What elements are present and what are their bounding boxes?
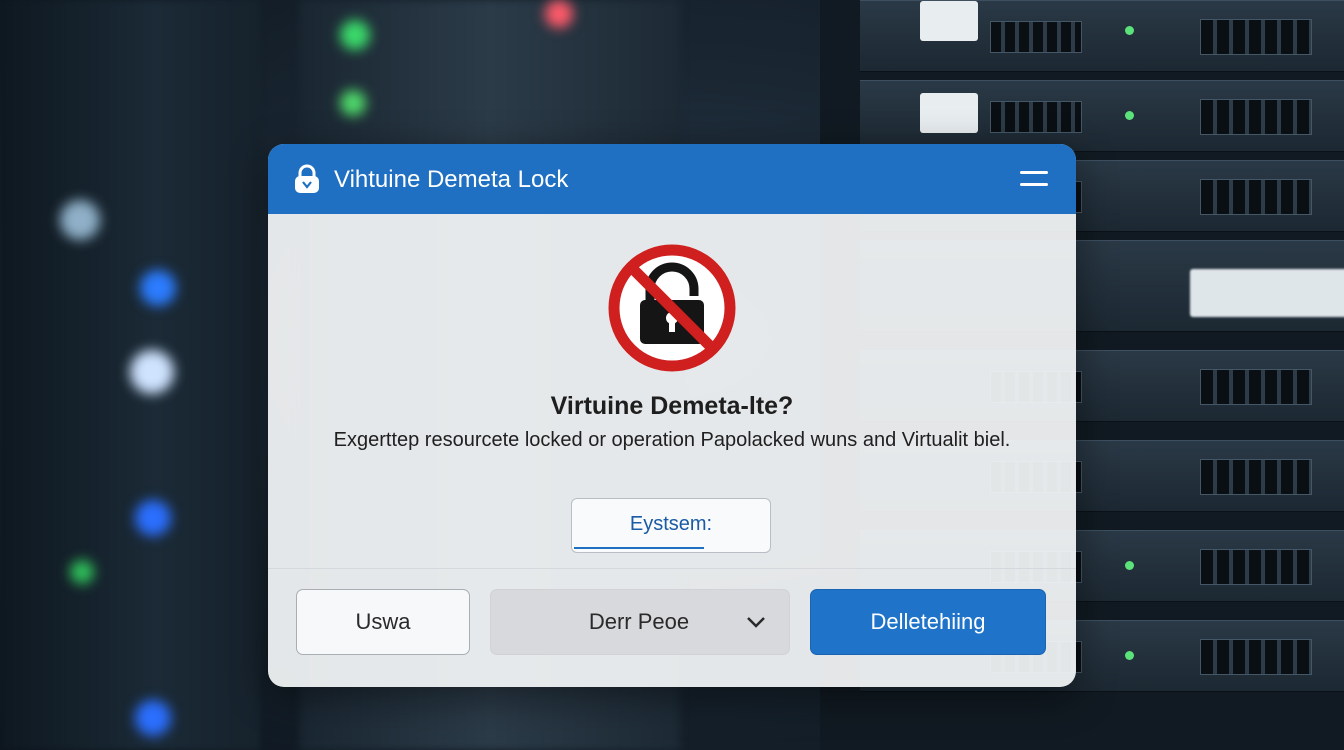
system-input[interactable]: Eystsem: (571, 498, 771, 553)
led-green (340, 20, 370, 50)
vent (990, 101, 1082, 133)
cancel-button[interactable]: Uswa (296, 589, 470, 655)
vent (1200, 99, 1312, 135)
delete-button[interactable]: Delletehiing (810, 589, 1046, 655)
system-input-value: Eystsem: (629, 513, 713, 535)
option-dropdown[interactable]: Derr Peoe (490, 589, 790, 655)
vent (1200, 639, 1312, 675)
led-green (1125, 561, 1134, 570)
dialog-heading: Virtuine Demeta-lte? (550, 392, 794, 420)
led-blue (140, 270, 176, 306)
led-green (1125, 111, 1134, 120)
virtual-machine-lock-dialog: Vihtuine Demeta Lock Virtuine Demeta-lte… (268, 144, 1076, 687)
dialog-title: Vihtuine Demeta Lock (334, 166, 569, 193)
vent (1200, 369, 1312, 405)
server-unit (860, 80, 1344, 152)
input-focus-underline (574, 547, 704, 549)
led-red (545, 0, 573, 28)
led-white (130, 350, 174, 394)
led-blue (135, 700, 171, 736)
label-plate (1190, 269, 1344, 317)
drive-tab (920, 93, 978, 133)
led-green (340, 90, 366, 116)
hamburger-menu-icon[interactable] (1016, 166, 1052, 192)
vent (1200, 459, 1312, 495)
vent (1200, 19, 1312, 55)
server-unit (860, 0, 1344, 72)
vent (1200, 179, 1312, 215)
vent (990, 21, 1082, 53)
led-green (1125, 26, 1134, 35)
forbidden-lock-icon (608, 244, 736, 372)
led-green (70, 560, 94, 584)
dialog-titlebar: Vihtuine Demeta Lock (268, 144, 1076, 214)
led-blue (135, 500, 171, 536)
dropdown-selected-value: Derr Peoe (588, 609, 690, 634)
lock-icon (295, 164, 319, 193)
vent (1200, 549, 1312, 585)
led-green (1125, 651, 1134, 660)
divider (268, 568, 1076, 569)
drive-tab (920, 1, 978, 41)
led-white (60, 200, 100, 240)
dialog-message: Exgerttep resourcete locked or operation… (333, 429, 1011, 451)
chevron-down-icon (747, 617, 765, 628)
